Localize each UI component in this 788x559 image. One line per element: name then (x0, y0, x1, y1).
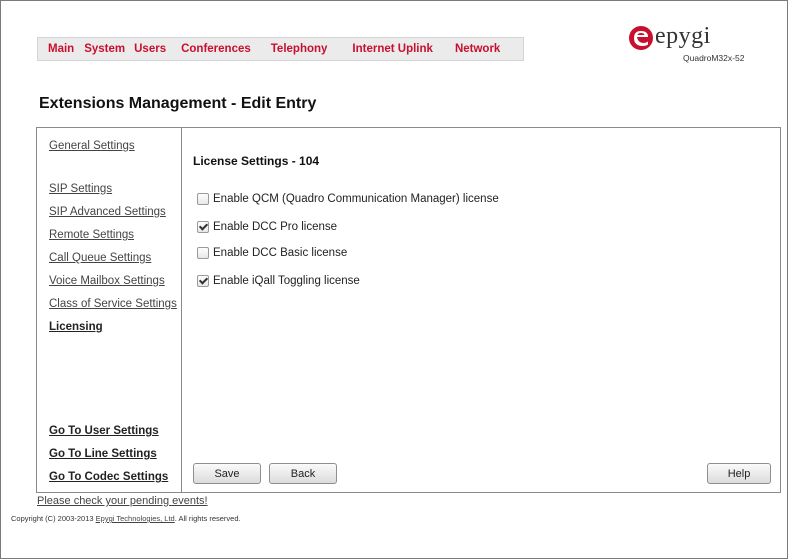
device-model: QuadroM32x-52 (683, 53, 745, 63)
edit-panel: General Settings SIP Settings SIP Advanc… (36, 127, 781, 493)
copyright-text: Copyright (C) 2003-2013 Epygi Technologi… (11, 514, 241, 523)
copyright-suffix: . All rights reserved. (174, 514, 241, 523)
qcm-license-checkbox[interactable] (197, 193, 209, 205)
page-title: Extensions Management - Edit Entry (39, 95, 317, 112)
iqall-toggling-license-label: Enable iQall Toggling license (213, 275, 360, 287)
dcc-basic-license-checkbox[interactable] (197, 247, 209, 259)
license-option-dcc-pro: Enable DCC Pro license (197, 221, 337, 233)
menu-system[interactable]: System (84, 43, 125, 55)
license-option-qcm: Enable QCM (Quadro Communication Manager… (197, 193, 499, 205)
dcc-pro-license-label: Enable DCC Pro license (213, 221, 338, 233)
dcc-pro-license-checkbox[interactable] (197, 221, 209, 233)
sidebar-item-remote-settings[interactable]: Remote Settings (49, 229, 134, 241)
section-title: License Settings - 104 (193, 154, 320, 168)
epygi-technologies-link[interactable]: Epygi Technologies, Ltd (96, 514, 175, 523)
sidebar-item-voice-mailbox-settings[interactable]: Voice Mailbox Settings (49, 275, 165, 287)
browser-frame: Main System Users Conferences Telephony … (0, 0, 788, 559)
sidebar-item-licensing[interactable]: Licensing (49, 321, 103, 333)
back-button[interactable]: Back (269, 463, 337, 484)
epygi-logo: epygi QuadroM32x-52 (625, 23, 775, 69)
iqall-toggling-license-checkbox[interactable] (197, 275, 209, 287)
menu-telephony[interactable]: Telephony (271, 43, 328, 55)
license-option-iqall-toggling: Enable iQall Toggling license (197, 275, 360, 287)
dcc-basic-license-label: Enable DCC Basic license (213, 247, 348, 259)
save-button[interactable]: Save (193, 463, 261, 484)
menu-network[interactable]: Network (455, 43, 500, 55)
sidebar: General Settings SIP Settings SIP Advanc… (37, 128, 182, 492)
copyright-prefix: Copyright (C) 2003-2013 (11, 514, 96, 523)
menu-internet-uplink[interactable]: Internet Uplink (352, 43, 433, 55)
help-button[interactable]: Help (707, 463, 771, 484)
sidebar-item-sip-settings[interactable]: SIP Settings (49, 183, 112, 195)
main-menu: Main System Users Conferences Telephony … (37, 37, 524, 61)
pending-events-link[interactable]: Please check your pending events! (37, 495, 208, 507)
menu-main[interactable]: Main (48, 43, 74, 55)
qcm-license-label: Enable QCM (Quadro Communication Manager… (213, 193, 499, 205)
logo-brand: epygi (655, 23, 711, 49)
menu-users[interactable]: Users (134, 43, 166, 55)
epygi-logo-icon (629, 26, 653, 50)
sidebar-item-call-queue-settings[interactable]: Call Queue Settings (49, 252, 151, 264)
sidebar-item-class-of-service-settings[interactable]: Class of Service Settings (49, 298, 177, 310)
menu-conferences[interactable]: Conferences (181, 43, 251, 55)
goto-codec-settings-link[interactable]: Go To Codec Settings (49, 471, 168, 483)
sidebar-item-general-settings[interactable]: General Settings (49, 140, 135, 152)
sidebar-item-sip-advanced-settings[interactable]: SIP Advanced Settings (49, 206, 166, 218)
goto-line-settings-link[interactable]: Go To Line Settings (49, 448, 157, 460)
license-option-dcc-basic: Enable DCC Basic license (197, 247, 347, 259)
goto-user-settings-link[interactable]: Go To User Settings (49, 425, 159, 437)
